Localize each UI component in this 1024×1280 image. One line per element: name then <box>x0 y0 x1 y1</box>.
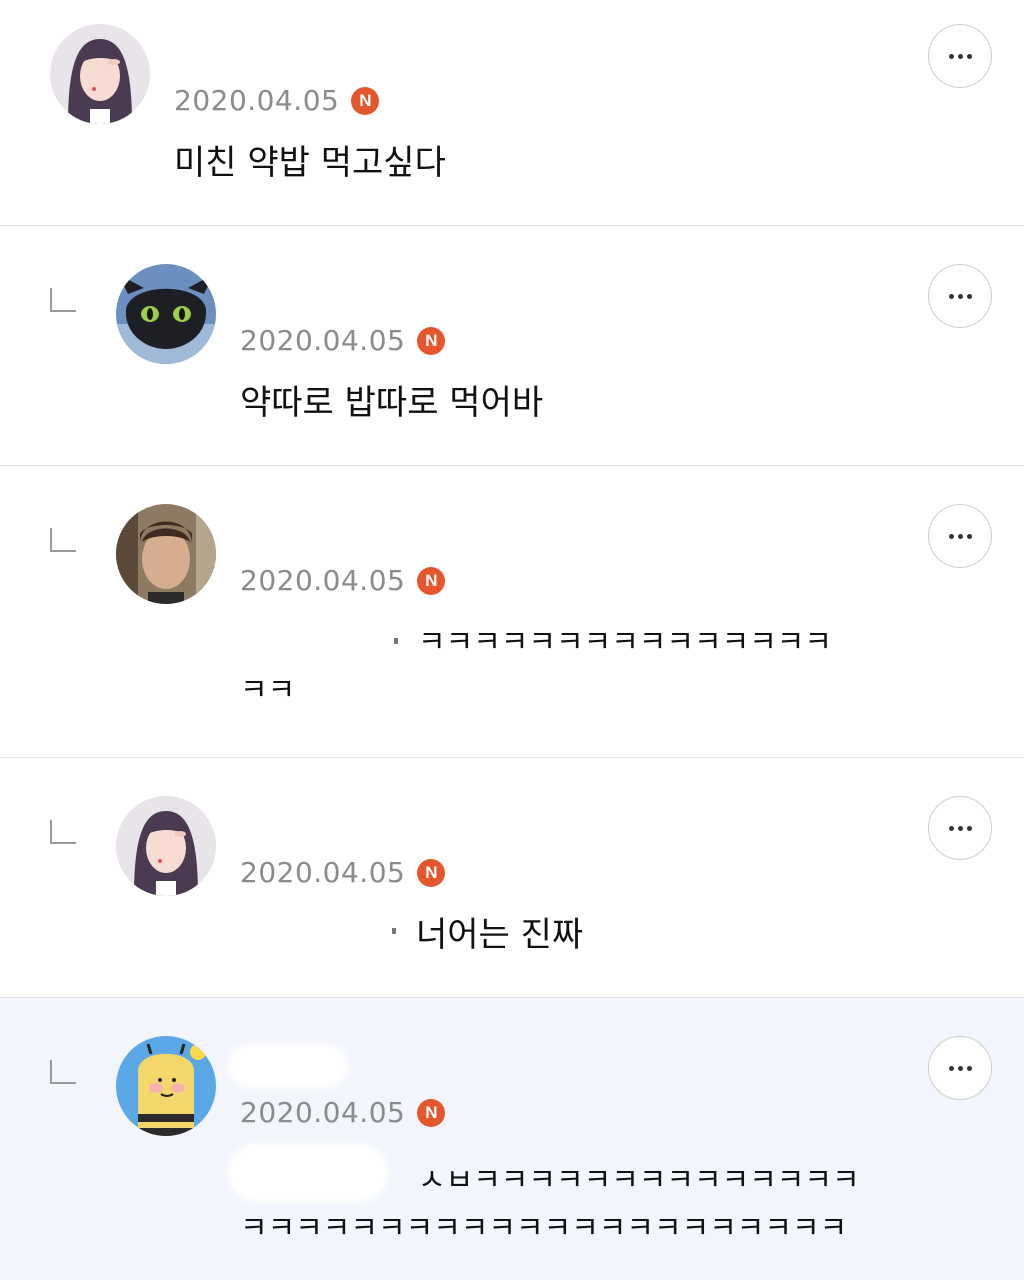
more-icon <box>948 53 972 59</box>
reply-arrow-icon <box>50 528 76 552</box>
comment-text-line-1: ㅅㅂㅋㅋㅋㅋㅋㅋㅋㅋㅋㅋㅋㅋㅋㅋ <box>418 1163 860 1198</box>
comment-meta: 2020.04.05 N <box>240 1096 446 1129</box>
hidden-username <box>228 1044 348 1088</box>
text-mark <box>394 638 398 644</box>
comment-text: 약따로 밥따로 먹어바 <box>240 383 544 423</box>
comment-text-line-1: ㅋㅋㅋㅋㅋㅋㅋㅋㅋㅋㅋㅋㅋㅋㅋ <box>418 625 832 660</box>
comment-text-line-2: ㅋㅋㅋㅋㅋㅋㅋㅋㅋㅋㅋㅋㅋㅋㅋㅋㅋㅋㅋㅋㅋㅋ <box>240 1211 848 1246</box>
reply-arrow-icon <box>50 1060 76 1084</box>
comment-item: 2020.04.05 N 미친 약밥 먹고싶다 <box>0 0 1024 226</box>
comment-text: 미친 약밥 먹고싶다 <box>174 143 446 183</box>
avatar[interactable] <box>116 264 216 364</box>
comment-date: 2020.04.05 <box>240 1096 406 1129</box>
more-icon <box>948 533 972 539</box>
comment-meta: 2020.04.05 N <box>174 84 380 117</box>
text-mark <box>392 928 396 934</box>
more-icon <box>948 293 972 299</box>
more-options-button[interactable] <box>928 1036 992 1100</box>
avatar[interactable] <box>116 796 216 896</box>
avatar[interactable] <box>116 1036 216 1136</box>
comment-text-line-2: ㅋㅋ <box>240 673 296 708</box>
more-options-button[interactable] <box>928 796 992 860</box>
comment-meta: 2020.04.05 N <box>240 324 446 357</box>
reply-item: 2020.04.05 N ㅅㅂㅋㅋㅋㅋㅋㅋㅋㅋㅋㅋㅋㅋㅋㅋ ㅋㅋㅋㅋㅋㅋㅋㅋㅋㅋ… <box>0 998 1024 1280</box>
reply-item: 2020.04.05 N ㅋㅋㅋㅋㅋㅋㅋㅋㅋㅋㅋㅋㅋㅋㅋ ㅋㅋ <box>0 466 1024 758</box>
comment-meta: 2020.04.05 N <box>240 564 446 597</box>
more-options-button[interactable] <box>928 264 992 328</box>
avatar[interactable] <box>116 504 216 604</box>
comment-date: 2020.04.05 <box>240 564 406 597</box>
new-badge: N <box>417 1098 446 1127</box>
more-options-button[interactable] <box>928 24 992 88</box>
more-options-button[interactable] <box>928 504 992 568</box>
new-badge: N <box>417 566 446 595</box>
hidden-mention <box>228 1144 388 1202</box>
more-icon <box>948 825 972 831</box>
reply-item: 2020.04.05 N 너어는 진짜 <box>0 758 1024 998</box>
new-badge: N <box>351 86 380 115</box>
comment-text: 너어는 진짜 <box>416 915 584 955</box>
comment-date: 2020.04.05 <box>240 324 406 357</box>
new-badge: N <box>417 326 446 355</box>
new-badge: N <box>417 858 446 887</box>
reply-arrow-icon <box>50 820 76 844</box>
reply-item: 2020.04.05 N 약따로 밥따로 먹어바 <box>0 226 1024 466</box>
comment-date: 2020.04.05 <box>174 84 340 117</box>
comment-meta: 2020.04.05 N <box>240 856 446 889</box>
comment-date: 2020.04.05 <box>240 856 406 889</box>
reply-arrow-icon <box>50 288 76 312</box>
more-icon <box>948 1065 972 1071</box>
avatar[interactable] <box>50 24 150 124</box>
